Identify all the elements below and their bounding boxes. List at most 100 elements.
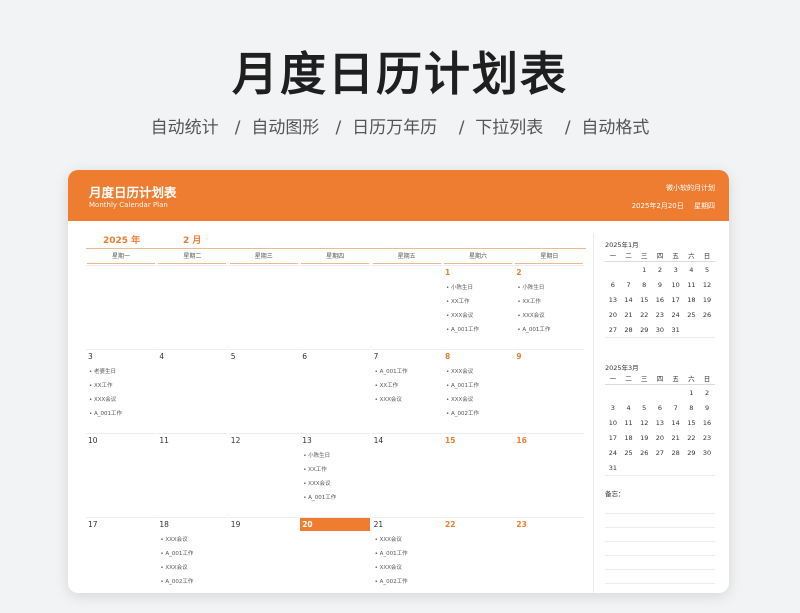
event-item[interactable]: • XXX会议 (303, 479, 330, 487)
mini-day[interactable]: 1 (684, 389, 700, 397)
mini-day[interactable]: 17 (605, 434, 621, 442)
mini-day[interactable]: 20 (605, 311, 621, 319)
day-cell[interactable]: 6 (300, 349, 371, 433)
mini-day[interactable]: 28 (621, 326, 637, 334)
day-cell[interactable]: 21 • XXX会议 • A_001工作 • XXX会议 • A_002工作 (371, 517, 442, 593)
day-cell[interactable]: 20 (300, 517, 371, 593)
mini-day[interactable]: 10 (605, 419, 621, 427)
event-item[interactable]: • XX工作 (446, 297, 470, 305)
mini-day[interactable]: 7 (621, 281, 637, 289)
mini-day[interactable]: 27 (652, 449, 668, 457)
event-item[interactable]: • A_001工作 (446, 381, 479, 389)
event-item[interactable]: • XXX会议 (160, 563, 187, 571)
mini-day[interactable]: 25 (621, 449, 637, 457)
mini-day[interactable]: 16 (652, 296, 668, 304)
event-item[interactable]: • A_001工作 (160, 549, 193, 557)
event-item[interactable]: • 老婆生日 (89, 367, 116, 375)
day-cell[interactable]: 12 (228, 433, 299, 517)
mini-day[interactable]: 2 (699, 389, 715, 397)
event-item[interactable]: • XXX会议 (375, 395, 402, 403)
mini-day[interactable]: 28 (668, 449, 684, 457)
mini-day[interactable]: 14 (621, 296, 637, 304)
day-cell[interactable]: 1 • 小陈生日 • XX工作 • XXX会议 • A_001工作 (443, 265, 513, 349)
mini-day[interactable]: 14 (668, 419, 684, 427)
day-cell[interactable]: 17 (86, 517, 156, 593)
mini-day[interactable]: 8 (636, 281, 652, 289)
mini-day[interactable]: 11 (684, 281, 700, 289)
note-line[interactable] (605, 556, 715, 570)
mini-day[interactable]: 4 (621, 404, 637, 412)
mini-day[interactable]: 19 (636, 434, 652, 442)
mini-day[interactable]: 6 (605, 281, 621, 289)
mini-day[interactable]: 12 (636, 419, 652, 427)
mini-day[interactable]: 7 (668, 404, 684, 412)
event-item[interactable]: • XX工作 (303, 465, 327, 473)
mini-day[interactable]: 5 (699, 266, 715, 274)
day-cell[interactable]: 5 (228, 349, 299, 433)
mini-day[interactable]: 23 (652, 311, 668, 319)
day-cell[interactable]: 14 (371, 433, 442, 517)
mini-day[interactable]: 15 (636, 296, 652, 304)
event-item[interactable]: • A_001工作 (446, 325, 479, 333)
event-item[interactable]: • A_002工作 (446, 409, 479, 417)
day-cell[interactable]: 8 • XXX会议 • A_001工作 • XXX会议 • A_002工作 (443, 349, 513, 433)
event-item[interactable]: • 小陈生日 (446, 283, 473, 291)
mini-day[interactable]: 3 (668, 266, 684, 274)
day-cell[interactable]: 19 (228, 517, 299, 593)
mini-day[interactable]: 12 (699, 281, 715, 289)
day-cell[interactable]: 9 (514, 349, 585, 433)
mini-day[interactable]: 19 (699, 296, 715, 304)
event-item[interactable]: • XXX会议 (375, 563, 402, 571)
event-item[interactable]: • A_001工作 (375, 549, 408, 557)
mini-day[interactable]: 18 (684, 296, 700, 304)
day-cell[interactable]: 16 (514, 433, 585, 517)
mini-day[interactable]: 10 (668, 281, 684, 289)
event-item[interactable]: • XXX会议 (89, 395, 116, 403)
mini-day[interactable]: 31 (605, 464, 621, 472)
mini-day[interactable]: 21 (668, 434, 684, 442)
day-cell[interactable]: 23 (514, 517, 585, 593)
event-item[interactable]: • XXX会议 (446, 311, 473, 319)
mini-day[interactable]: 24 (605, 449, 621, 457)
day-cell[interactable]: 15 (443, 433, 513, 517)
mini-day[interactable]: 1 (636, 266, 652, 274)
mini-day[interactable]: 26 (636, 449, 652, 457)
mini-day[interactable]: 15 (684, 419, 700, 427)
note-line[interactable] (605, 500, 715, 514)
mini-day[interactable]: 24 (668, 311, 684, 319)
event-item[interactable]: • 小陈生日 (517, 283, 544, 291)
mini-day[interactable]: 8 (684, 404, 700, 412)
mini-day[interactable]: 3 (605, 404, 621, 412)
event-item[interactable]: • 小陈生日 (303, 451, 330, 459)
mini-day[interactable]: 18 (621, 434, 637, 442)
mini-day[interactable]: 11 (621, 419, 637, 427)
day-cell[interactable]: 13 • 小陈生日 • XX工作 • XXX会议 • A_001工作 (300, 433, 371, 517)
event-item[interactable]: • A_001工作 (303, 493, 336, 501)
mini-day[interactable]: 21 (621, 311, 637, 319)
mini-day[interactable]: 26 (699, 311, 715, 319)
event-item[interactable]: • XX工作 (517, 297, 541, 305)
mini-day[interactable]: 9 (699, 404, 715, 412)
mini-day[interactable]: 6 (652, 404, 668, 412)
mini-day[interactable]: 22 (684, 434, 700, 442)
event-item[interactable]: • A_001工作 (375, 367, 408, 375)
mini-day[interactable]: 2 (652, 266, 668, 274)
mini-day[interactable]: 29 (636, 326, 652, 334)
day-cell[interactable]: 4 (157, 349, 228, 433)
day-cell[interactable]: 18 • XXX会议 • A_001工作 • XXX会议 • A_002工作 (157, 517, 228, 593)
mini-day[interactable]: 23 (699, 434, 715, 442)
event-item[interactable]: • A_001工作 (89, 409, 122, 417)
event-item[interactable]: • A_002工作 (375, 577, 408, 585)
mini-day[interactable]: 13 (652, 419, 668, 427)
event-item[interactable]: • A_002工作 (160, 577, 193, 585)
event-item[interactable]: • XXX会议 (446, 395, 473, 403)
day-cell[interactable]: 7 • A_001工作 • XX工作 • XXX会议 (371, 349, 442, 433)
mini-day[interactable]: 31 (668, 326, 684, 334)
day-cell[interactable]: 11 (157, 433, 228, 517)
mini-day[interactable]: 5 (636, 404, 652, 412)
note-line[interactable] (605, 528, 715, 542)
event-item[interactable]: • XXX会议 (160, 535, 187, 543)
day-cell[interactable]: 3 • 老婆生日 • XX工作 • XXX会议 • A_001工作 (86, 349, 156, 433)
mini-day[interactable]: 13 (605, 296, 621, 304)
mini-day[interactable]: 16 (699, 419, 715, 427)
